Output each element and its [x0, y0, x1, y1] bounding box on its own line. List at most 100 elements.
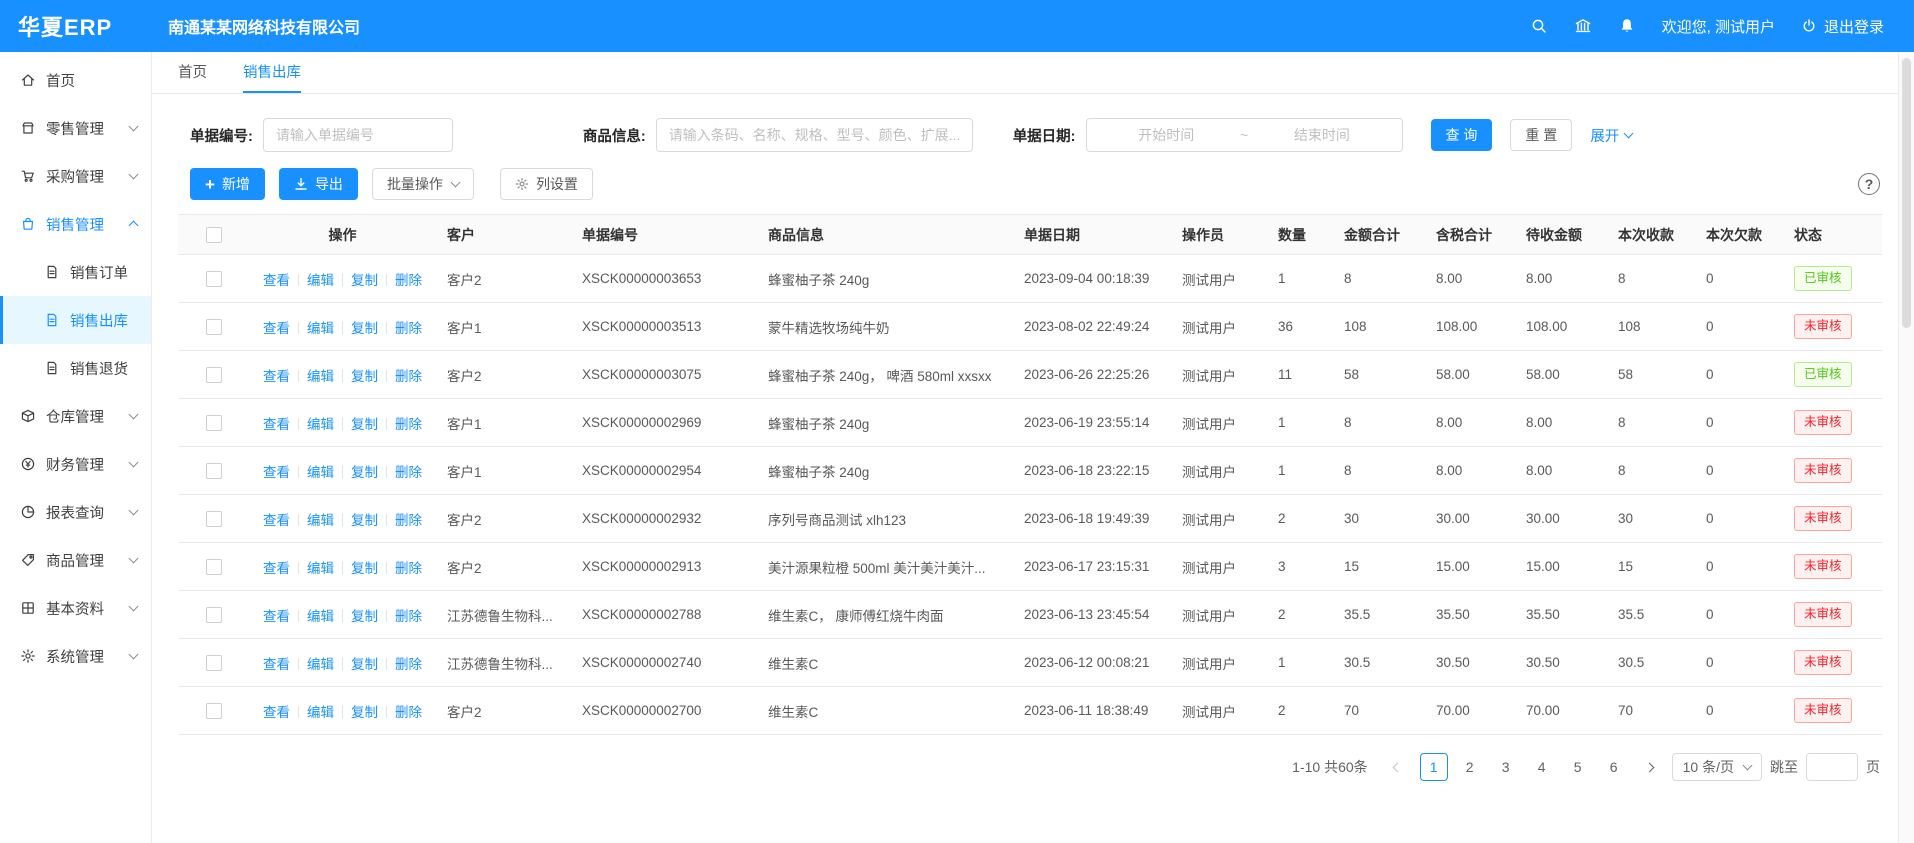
jump-page-input[interactable]: [1806, 753, 1858, 781]
sidebar-item-sales[interactable]: 销售管理: [0, 200, 151, 248]
sidebar-item-system[interactable]: 系统管理: [0, 632, 151, 680]
view-link[interactable]: 查看: [263, 369, 290, 384]
separator: [342, 658, 343, 670]
sidebar-item-reports[interactable]: 报表查询: [0, 488, 151, 536]
view-link[interactable]: 查看: [263, 609, 290, 624]
sidebar-item-purchase[interactable]: 采购管理: [0, 152, 151, 200]
sidebar-item-basic-data[interactable]: 基本资料: [0, 584, 151, 632]
cell-operator: 测试用户: [1170, 303, 1266, 351]
logout-button[interactable]: 退出登录: [1801, 16, 1884, 37]
delete-link[interactable]: 删除: [395, 417, 422, 432]
row-checkbox[interactable]: [206, 703, 222, 719]
goods-info-label: 商品信息:: [583, 125, 646, 146]
page-number[interactable]: 1: [1420, 753, 1448, 781]
view-link[interactable]: 查看: [263, 273, 290, 288]
copy-link[interactable]: 复制: [351, 705, 378, 720]
copy-link[interactable]: 复制: [351, 609, 378, 624]
search-button[interactable]: 查 询: [1431, 119, 1493, 151]
sidebar-item-home[interactable]: 首页: [0, 56, 151, 104]
separator: [342, 610, 343, 622]
copy-link[interactable]: 复制: [351, 513, 378, 528]
edit-link[interactable]: 编辑: [307, 657, 334, 672]
bank-icon[interactable]: [1574, 17, 1592, 35]
delete-link[interactable]: 删除: [395, 273, 422, 288]
view-link[interactable]: 查看: [263, 657, 290, 672]
expand-link[interactable]: 展开: [1590, 125, 1632, 146]
edit-link[interactable]: 编辑: [307, 561, 334, 576]
help-icon[interactable]: ?: [1858, 173, 1880, 195]
sidebar-item-warehouse[interactable]: 仓库管理: [0, 392, 151, 440]
row-checkbox[interactable]: [206, 607, 222, 623]
copy-link[interactable]: 复制: [351, 369, 378, 384]
row-checkbox[interactable]: [206, 319, 222, 335]
reset-button[interactable]: 重 置: [1510, 119, 1572, 151]
row-checkbox[interactable]: [206, 271, 222, 287]
sidebar-item-sales-order[interactable]: 销售订单: [0, 248, 151, 296]
copy-link[interactable]: 复制: [351, 321, 378, 336]
row-checkbox[interactable]: [206, 559, 222, 575]
select-all-checkbox[interactable]: [206, 227, 222, 243]
delete-link[interactable]: 删除: [395, 513, 422, 528]
tab-home[interactable]: 首页: [178, 52, 207, 93]
column-settings-button[interactable]: 列设置: [500, 168, 593, 200]
batch-operations-button[interactable]: 批量操作: [372, 168, 474, 200]
copy-link[interactable]: 复制: [351, 273, 378, 288]
export-button[interactable]: 导出: [279, 168, 358, 200]
sidebar-item-retail[interactable]: 零售管理: [0, 104, 151, 152]
edit-link[interactable]: 编辑: [307, 369, 334, 384]
tab-sales-outbound[interactable]: 销售出库: [243, 52, 301, 93]
bell-icon[interactable]: [1618, 17, 1636, 35]
row-checkbox[interactable]: [206, 655, 222, 671]
delete-link[interactable]: 删除: [395, 369, 422, 384]
copy-link[interactable]: 复制: [351, 465, 378, 480]
cell-receivable: 35.50: [1514, 591, 1606, 639]
edit-link[interactable]: 编辑: [307, 417, 334, 432]
edit-link[interactable]: 编辑: [307, 513, 334, 528]
view-link[interactable]: 查看: [263, 705, 290, 720]
sidebar-item-sales-return[interactable]: 销售退货: [0, 344, 151, 392]
prev-page-button[interactable]: [1384, 753, 1412, 781]
copy-link[interactable]: 复制: [351, 657, 378, 672]
delete-link[interactable]: 删除: [395, 321, 422, 336]
page-number[interactable]: 5: [1564, 753, 1592, 781]
view-link[interactable]: 查看: [263, 465, 290, 480]
view-link[interactable]: 查看: [263, 513, 290, 528]
delete-link[interactable]: 删除: [395, 609, 422, 624]
next-page-button[interactable]: [1636, 753, 1664, 781]
row-checkbox[interactable]: [206, 415, 222, 431]
edit-link[interactable]: 编辑: [307, 609, 334, 624]
copy-link[interactable]: 复制: [351, 561, 378, 576]
delete-link[interactable]: 删除: [395, 705, 422, 720]
edit-link[interactable]: 编辑: [307, 273, 334, 288]
view-link[interactable]: 查看: [263, 561, 290, 576]
sidebar-item-finance[interactable]: 财务管理: [0, 440, 151, 488]
page-number[interactable]: 3: [1492, 753, 1520, 781]
page-number[interactable]: 4: [1528, 753, 1556, 781]
delete-link[interactable]: 删除: [395, 657, 422, 672]
delete-link[interactable]: 删除: [395, 465, 422, 480]
sidebar-item-sales-outbound[interactable]: 销售出库: [0, 296, 151, 344]
row-checkbox[interactable]: [206, 463, 222, 479]
gear-icon: [20, 648, 36, 664]
edit-link[interactable]: 编辑: [307, 465, 334, 480]
search-icon[interactable]: [1530, 17, 1548, 35]
view-link[interactable]: 查看: [263, 321, 290, 336]
edit-link[interactable]: 编辑: [307, 321, 334, 336]
edit-link[interactable]: 编辑: [307, 705, 334, 720]
sidebar-item-goods[interactable]: 商品管理: [0, 536, 151, 584]
copy-link[interactable]: 复制: [351, 417, 378, 432]
row-checkbox[interactable]: [206, 511, 222, 527]
date-range-input[interactable]: 开始时间 ~ 结束时间: [1086, 118, 1403, 152]
page-number[interactable]: 6: [1600, 753, 1628, 781]
page-size-select[interactable]: 10 条/页: [1672, 753, 1762, 781]
separator: [342, 418, 343, 430]
pie-chart-icon: [20, 504, 36, 520]
delete-link[interactable]: 删除: [395, 561, 422, 576]
view-link[interactable]: 查看: [263, 417, 290, 432]
row-checkbox[interactable]: [206, 367, 222, 383]
goods-info-input[interactable]: [656, 118, 973, 152]
scrollbar-thumb[interactable]: [1902, 58, 1911, 328]
add-button[interactable]: + 新增: [190, 168, 265, 200]
page-number[interactable]: 2: [1456, 753, 1484, 781]
bill-no-input[interactable]: [263, 118, 453, 152]
